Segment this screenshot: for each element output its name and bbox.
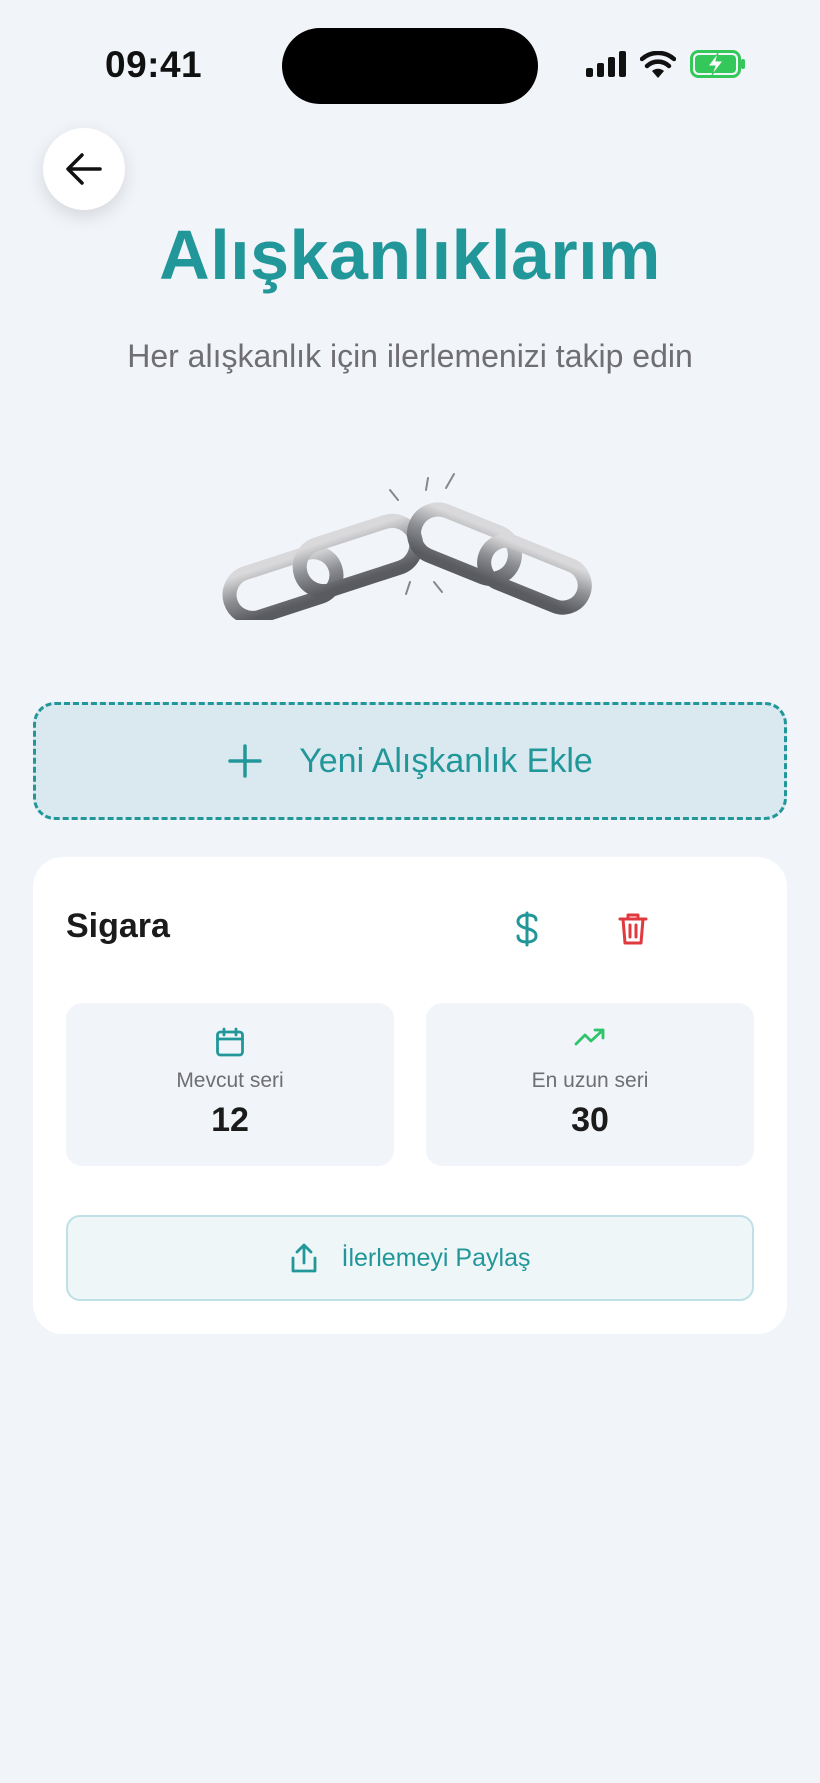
longest-streak-stat: En uzun seri 30 [426,1003,754,1166]
plus-icon [228,744,262,778]
current-streak-stat: Mevcut seri 12 [66,1003,394,1166]
cellular-signal-icon [586,51,626,77]
savings-button[interactable] [505,907,549,951]
broken-chain-illustration [222,473,592,620]
trending-up-icon [574,1028,605,1046]
share-progress-label: İlerlemeyi Paylaş [341,1243,531,1272]
status-time: 09:41 [105,44,203,85]
add-habit-button[interactable]: Yeni Alışkanlık Ekle [33,702,787,820]
current-streak-label: Mevcut seri [176,1069,284,1092]
share-progress-button[interactable]: İlerlemeyi Paylaş [66,1215,754,1301]
add-habit-label: Yeni Alışkanlık Ekle [299,741,593,780]
back-button[interactable] [43,128,125,210]
battery-charging-icon [690,50,745,78]
trash-icon [618,913,648,945]
dynamic-island [282,28,538,104]
page-subtitle: Her alışkanlık için ilerlemenizi takip e… [127,338,693,374]
arrow-left-icon [66,153,102,185]
habit-card: Sigara Mevcut seri 12 En uzun seri 30 İl… [33,857,787,1334]
share-icon [291,1243,316,1273]
calendar-icon [216,1027,244,1057]
wifi-icon [640,50,676,78]
status-bar: 09:41 [0,0,820,130]
habit-name: Sigara [66,907,170,945]
delete-habit-button[interactable] [611,907,655,951]
current-streak-value: 12 [211,1101,249,1139]
page-title: Alışkanlıklarım [159,216,661,294]
longest-streak-value: 30 [571,1101,609,1139]
status-icons [586,50,746,78]
dollar-icon [516,911,538,947]
longest-streak-label: En uzun seri [531,1069,649,1092]
